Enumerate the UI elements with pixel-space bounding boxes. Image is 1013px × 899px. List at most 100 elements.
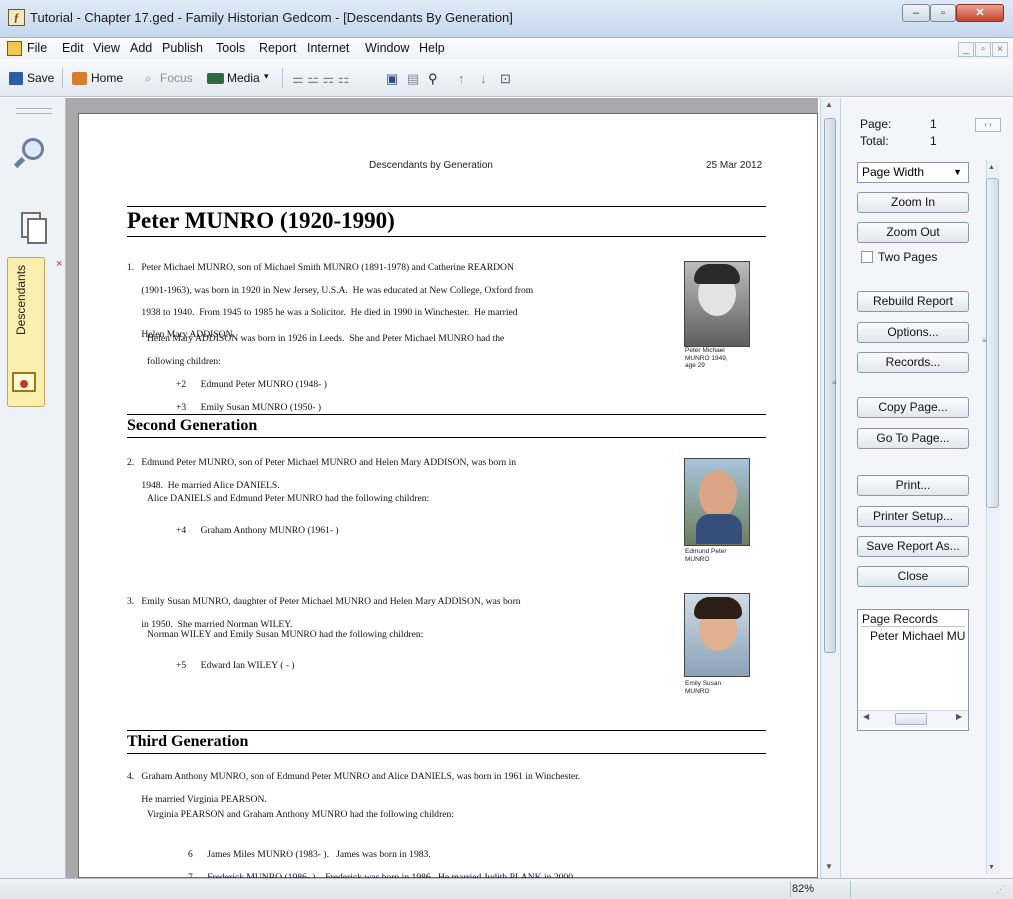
save-report-as-button[interactable]: Save Report As... bbox=[857, 536, 969, 557]
child-line[interactable]: 6 James Miles MUNRO (1983- ). James was … bbox=[188, 849, 575, 860]
copy-page-button[interactable]: Copy Page... bbox=[857, 397, 969, 418]
resize-grip-icon[interactable]: ⋰ bbox=[996, 884, 1005, 895]
child-link[interactable]: +5 Edward Ian WILEY ( - ) bbox=[176, 660, 295, 671]
status-separator bbox=[850, 881, 851, 897]
properties-icon[interactable]: ▤ bbox=[407, 71, 419, 87]
page-value: 1 bbox=[930, 117, 937, 131]
report-header-date: 25 Mar 2012 bbox=[706, 160, 763, 171]
media-button[interactable]: Media bbox=[227, 71, 260, 85]
caption-line: age 29 bbox=[685, 362, 705, 369]
person-4-spouse-text: Virginia PEARSON and Graham Anthony MUNR… bbox=[147, 809, 455, 820]
minimize-button[interactable]: – bbox=[902, 4, 930, 22]
close-tab-icon[interactable]: × bbox=[56, 258, 62, 270]
divider bbox=[127, 437, 766, 438]
zoom-select[interactable]: Page Width ▼ bbox=[857, 162, 969, 183]
person-1-children: +2 Edmund Peter MUNRO (1948- ) +3 Emily … bbox=[176, 368, 327, 424]
window-title: Tutorial - Chapter 17.ged - Family Histo… bbox=[30, 10, 513, 25]
report-header-title: Descendants by Generation bbox=[369, 160, 493, 171]
lock-icon[interactable]: ⊡ bbox=[500, 71, 511, 87]
scroll-down-icon[interactable]: ▼ bbox=[988, 864, 995, 871]
view-card-icon[interactable]: ▣ bbox=[386, 71, 398, 87]
spouse-line: Helen Mary ADDISON was born in 1926 in L… bbox=[147, 333, 505, 345]
panel-grip[interactable] bbox=[16, 108, 52, 114]
menu-add[interactable]: Add bbox=[130, 41, 152, 55]
focus-button[interactable]: Focus bbox=[160, 71, 193, 85]
page-record-item[interactable]: Peter Michael MU bbox=[870, 629, 968, 643]
find-binoculars-icon[interactable]: ⚲ bbox=[428, 71, 438, 87]
menu-window[interactable]: Window bbox=[365, 41, 409, 55]
zoom-out-button[interactable]: Zoom Out bbox=[857, 222, 969, 243]
menu-help[interactable]: Help bbox=[419, 41, 445, 55]
entry-line: 1938 to 1940. From 1945 to 1985 he was a… bbox=[127, 307, 518, 319]
home-button[interactable]: Home bbox=[91, 71, 123, 85]
photo-caption: Peter Michael MUNRO 1949, age 29 bbox=[685, 347, 728, 370]
menu-publish[interactable]: Publish bbox=[162, 41, 203, 55]
menu-view[interactable]: View bbox=[93, 41, 120, 55]
menu-edit[interactable]: Edit bbox=[62, 41, 84, 55]
child-link[interactable]: +2 Edmund Peter MUNRO (1948- ) bbox=[176, 379, 327, 390]
photo-face bbox=[699, 470, 737, 518]
toolbar-separator bbox=[282, 68, 283, 88]
print-button[interactable]: Print... bbox=[857, 475, 969, 496]
zoom-in-button[interactable]: Zoom In bbox=[857, 192, 969, 213]
go-to-page-button[interactable]: Go To Page... bbox=[857, 428, 969, 449]
photo-caption: Edmund Peter MUNRO bbox=[685, 548, 727, 563]
close-report-button[interactable]: Close bbox=[857, 566, 969, 587]
scroll-right-icon[interactable]: ▶ bbox=[956, 712, 962, 721]
scroll-left-icon[interactable]: ◀ bbox=[863, 712, 869, 721]
mdi-close-button[interactable]: × bbox=[992, 42, 1008, 57]
entry-line: He married Virginia PEARSON. bbox=[127, 793, 267, 805]
splitter-grip-icon[interactable]: ≡ bbox=[982, 336, 987, 345]
menu-internet[interactable]: Internet bbox=[307, 41, 349, 55]
options-button[interactable]: Options... bbox=[857, 322, 969, 343]
printer-setup-button[interactable]: Printer Setup... bbox=[857, 506, 969, 527]
magnifier-icon[interactable] bbox=[22, 138, 44, 160]
records-scroll-thumb[interactable] bbox=[895, 713, 927, 725]
rebuild-report-button[interactable]: Rebuild Report bbox=[857, 291, 969, 312]
menu-tools[interactable]: Tools bbox=[216, 41, 245, 55]
close-window-button[interactable]: ✕ bbox=[956, 4, 1004, 22]
home-icon bbox=[72, 72, 87, 85]
save-button[interactable]: Save bbox=[27, 71, 54, 85]
person-4-entry: 4. Graham Anthony MUNRO, son of Edmund P… bbox=[127, 760, 580, 816]
dropdown-arrow-icon[interactable]: ▾ bbox=[264, 71, 269, 82]
page-spin-buttons[interactable]: ‹ › bbox=[975, 118, 1001, 132]
records-button[interactable]: Records... bbox=[857, 352, 969, 373]
divider bbox=[127, 414, 766, 415]
scroll-up-icon[interactable]: ▲ bbox=[825, 100, 833, 109]
caption-line: MUNRO bbox=[685, 555, 710, 563]
caption-line: Edmund Peter bbox=[685, 548, 727, 555]
menu-report[interactable]: Report bbox=[259, 41, 297, 55]
child-link[interactable]: +3 Emily Susan MUNRO (1950- ) bbox=[176, 402, 327, 413]
down-arrow-icon[interactable]: ↓ bbox=[480, 71, 487, 86]
save-disk-icon bbox=[9, 72, 23, 85]
third-generation-heading: Third Generation bbox=[127, 733, 249, 750]
divider bbox=[127, 730, 766, 731]
tree-view-icons[interactable]: ⚌ ⚍ ⚎ ⚏ bbox=[292, 71, 349, 87]
person-2-spouse-text: Alice DANIELS and Edmund Peter MUNRO had… bbox=[147, 493, 430, 504]
document-icon[interactable] bbox=[7, 41, 22, 56]
divider bbox=[127, 236, 766, 237]
splitter-grip-icon[interactable]: ≡ bbox=[832, 378, 837, 387]
photo-caption: Emily Susan MUNRO bbox=[685, 680, 721, 695]
panel-scroll-thumb[interactable] bbox=[986, 178, 999, 508]
mdi-minimize-button[interactable]: _ bbox=[958, 42, 974, 57]
scroll-up-icon[interactable]: ▲ bbox=[988, 164, 995, 171]
scroll-down-icon[interactable]: ▼ bbox=[825, 862, 833, 871]
two-pages-checkbox[interactable] bbox=[861, 251, 873, 263]
menu-file[interactable]: File bbox=[27, 41, 47, 55]
copy-pages-icon-front bbox=[27, 218, 47, 244]
spouse-line: following children: bbox=[147, 355, 221, 367]
up-arrow-icon[interactable]: ↑ bbox=[458, 71, 465, 86]
entry-line: 3. Emily Susan MUNRO, daughter of Peter … bbox=[127, 596, 521, 608]
divider bbox=[127, 206, 766, 207]
photo-hair bbox=[694, 597, 742, 619]
family-tree-app-icon[interactable]: ƒ bbox=[8, 9, 25, 26]
maximize-button[interactable]: ▫ bbox=[930, 4, 956, 22]
page-label: Page: bbox=[860, 117, 892, 131]
entry-line: (1901-1963), was born in 1920 in New Jer… bbox=[127, 284, 534, 296]
mdi-restore-button[interactable]: ▫ bbox=[975, 42, 991, 57]
focus-icon: ⌕ bbox=[145, 71, 152, 85]
child-link[interactable]: +4 Graham Anthony MUNRO (1961- ) bbox=[176, 525, 339, 536]
descendants-tab-label: Descendants bbox=[14, 264, 28, 335]
